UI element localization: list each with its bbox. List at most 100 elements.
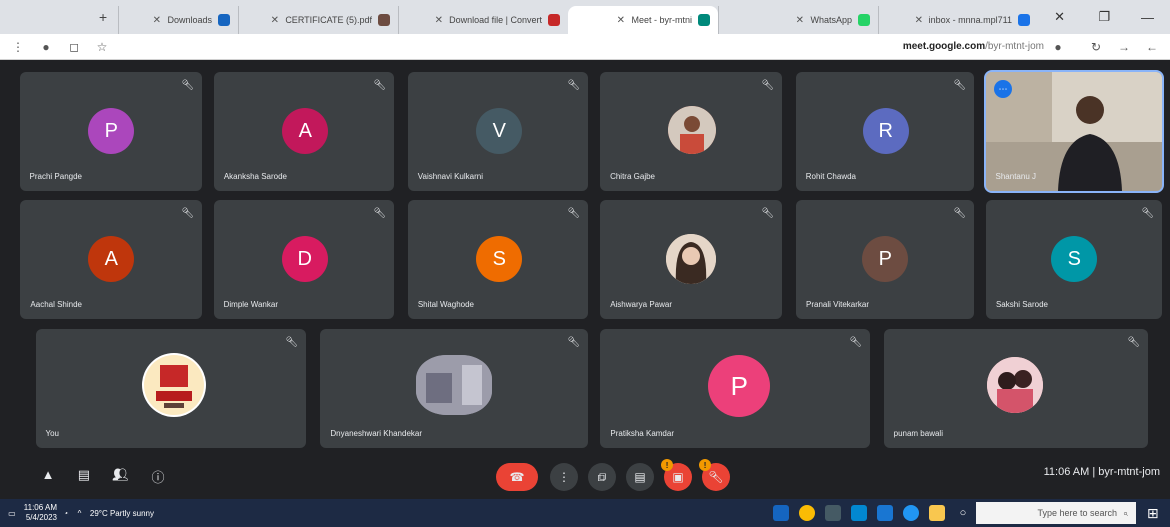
participant-tile[interactable]: 🎤︎ Chitra Gajbe <box>600 72 782 191</box>
participant-tile[interactable]: 🎤︎ V Vaishnavi Kulkarni <box>408 72 588 191</box>
windows-taskbar: ⊞ ⌕ Type here to search ○ 29°C Partly su… <box>0 499 1170 527</box>
meet-favicon <box>698 14 710 26</box>
window-controls: — ❐ ✕ <box>1038 0 1170 34</box>
new-tab-icon[interactable]: + <box>88 9 118 25</box>
mic-off-icon: 🎤︎ <box>181 80 194 91</box>
browser-tab[interactable]: Downloads ✕ <box>118 6 238 34</box>
photo-image <box>668 106 716 154</box>
meeting-details-button[interactable]: ⓘ <box>148 467 168 486</box>
leave-call-button[interactable]: ☎ <box>496 463 538 491</box>
more-options-button[interactable]: ⋮ <box>550 463 578 491</box>
maximize-icon[interactable]: ❐ <box>1082 0 1126 34</box>
avatar-initial: A <box>298 119 312 142</box>
participant-tile[interactable]: 🎤︎ D Dimple Wankar <box>214 200 394 319</box>
participant-tile[interactable]: 🎤︎ Dnyaneshwari Khandekar <box>320 329 588 448</box>
mic-off-icon: 🎤︎ <box>373 208 386 219</box>
edge-icon[interactable] <box>898 499 924 527</box>
close-tab-icon[interactable]: ✕ <box>153 15 161 26</box>
mic-off-icon: 🎤︎ <box>953 208 966 219</box>
participant-avatar: P <box>862 236 908 282</box>
participant-photo <box>416 355 492 415</box>
tab-title: WhatsApp <box>810 15 852 25</box>
taskbar-clock[interactable]: 11:06 AM 5/4/2023 <box>24 503 57 523</box>
chevron-up-icon[interactable]: ^ <box>78 509 82 518</box>
participant-tile[interactable]: 🎤︎ P Prachi Pangde <box>20 72 202 191</box>
clock-date: 5/4/2023 <box>25 513 57 522</box>
participant-tile-self[interactable]: 🎤︎ You <box>36 329 306 448</box>
participant-tile[interactable]: 🎤︎ Aishwarya Pawar <box>600 200 782 319</box>
mail-icon[interactable] <box>872 499 898 527</box>
mic-off-icon: 🎤︎ <box>1127 337 1140 348</box>
participant-name: Pratiksha Kamdar <box>610 429 674 438</box>
sidebar-icon[interactable]: ◻ <box>66 40 82 54</box>
task-view-icon[interactable]: ○ <box>950 499 976 527</box>
photo-image <box>416 355 492 415</box>
close-tab-icon[interactable]: ✕ <box>435 15 443 26</box>
notification-icon[interactable]: ▭ <box>8 509 16 518</box>
more-options-icon[interactable]: ⋯ <box>994 80 1012 98</box>
photo-image <box>666 234 716 284</box>
participant-tile[interactable]: 🎤︎ punam bawali <box>884 329 1148 448</box>
reload-icon[interactable]: ↻ <box>1088 40 1104 54</box>
tab-title: inbox - mnna.mpl711 <box>928 15 1012 25</box>
browser-tab[interactable]: inbox - mnna.mpl711 ✕ <box>878 6 1038 34</box>
tab-title: CERTIFICATE (5).pdf <box>285 15 372 25</box>
browser-tab-strip: — ❐ ✕ inbox - mnna.mpl711 ✕ WhatsApp ✕ M… <box>0 0 1170 34</box>
network-icon[interactable]: ◔ <box>65 509 70 518</box>
warning-badge-icon: ! <box>699 459 711 471</box>
mic-toggle-button[interactable]: 🎤︎ ! <box>699 459 730 491</box>
word-icon[interactable] <box>768 499 794 527</box>
close-tab-icon[interactable]: ✕ <box>617 15 625 26</box>
captions-button[interactable]: ▤ <box>626 463 654 491</box>
weather-text[interactable]: 29°C Partly sunny <box>89 509 153 518</box>
participant-tile[interactable]: 🎤︎ P Pranali Vitekarkar <box>796 200 974 319</box>
mic-off-icon: 🎤︎ <box>849 337 862 348</box>
browser-tab-active[interactable]: Meet - byr-mtni ✕ <box>568 6 718 34</box>
close-tab-icon[interactable]: ✕ <box>796 15 804 26</box>
participant-tile[interactable]: 🎤︎ R Rohit Chawda <box>796 72 974 191</box>
browser-tab[interactable]: WhatsApp ✕ <box>718 6 878 34</box>
chrome-icon[interactable] <box>794 499 820 527</box>
tab-title: Meet - byr-mtni <box>631 15 692 25</box>
avatar-initial: R <box>878 119 894 142</box>
bookmark-star-icon[interactable]: ☆ <box>94 40 110 54</box>
activities-button[interactable]: ▲ <box>38 467 58 482</box>
tab-title: Downloads <box>167 15 212 25</box>
participant-name: punam bawali <box>894 429 944 438</box>
present-button[interactable]: ⧉ <box>588 463 616 491</box>
participant-avatar: P <box>88 108 134 154</box>
tab-favicon <box>858 14 870 26</box>
participant-tile-video[interactable]: ⋯ Shantanu J <box>984 70 1164 193</box>
participant-tile[interactable]: 🎤︎ A Akanksha Sarode <box>214 72 394 191</box>
camera-toggle-button[interactable]: ▣ ! <box>661 459 692 491</box>
tab-favicon <box>218 14 230 26</box>
store-icon[interactable] <box>846 499 872 527</box>
chat-button[interactable]: ▤ <box>74 467 94 483</box>
url-field[interactable]: ● meet.google.com/byr-mtnt-jom <box>893 37 1076 57</box>
lock-icon: ● <box>1054 39 1062 54</box>
people-button[interactable]: 👥︎ <box>110 467 130 483</box>
captions-icon: ▤ <box>634 470 646 484</box>
browser-tab[interactable]: CERTIFICATE (5).pdf ✕ <box>238 6 398 34</box>
participant-tile[interactable]: 🎤︎ S Shital Waghode <box>408 200 588 319</box>
windows-start-icon[interactable]: ⊞ <box>1136 499 1170 527</box>
participant-tile[interactable]: 🎤︎ S Sakshi Sarode <box>986 200 1162 319</box>
address-bar: ← → ↻ ● meet.google.com/byr-mtnt-jom ☆ ◻… <box>0 34 1170 60</box>
app-icon[interactable] <box>820 499 846 527</box>
close-tab-icon[interactable]: ✕ <box>271 15 279 26</box>
file-explorer-icon[interactable] <box>924 499 950 527</box>
avatar-initial: P <box>104 119 118 142</box>
participant-tile[interactable]: 🎤︎ P Pratiksha Kamdar <box>600 329 870 448</box>
forward-icon[interactable]: → <box>1116 40 1132 54</box>
browser-tab[interactable]: Download file | Convert ✕ <box>398 6 568 34</box>
warning-badge-icon: ! <box>661 459 673 471</box>
back-icon[interactable]: ← <box>1144 40 1160 54</box>
taskbar-search-input[interactable]: ⌕ Type here to search <box>976 502 1136 524</box>
minimize-icon[interactable]: — <box>1126 0 1170 34</box>
participant-tile[interactable]: 🎤︎ A Aachal Shinde <box>20 200 202 319</box>
close-window-icon[interactable]: ✕ <box>1038 0 1082 34</box>
close-tab-icon[interactable]: ✕ <box>914 15 922 26</box>
participant-name: Akanksha Sarode <box>224 172 288 181</box>
profile-icon[interactable]: ● <box>38 40 54 54</box>
browser-menu-icon[interactable]: ⋮ <box>10 40 26 54</box>
